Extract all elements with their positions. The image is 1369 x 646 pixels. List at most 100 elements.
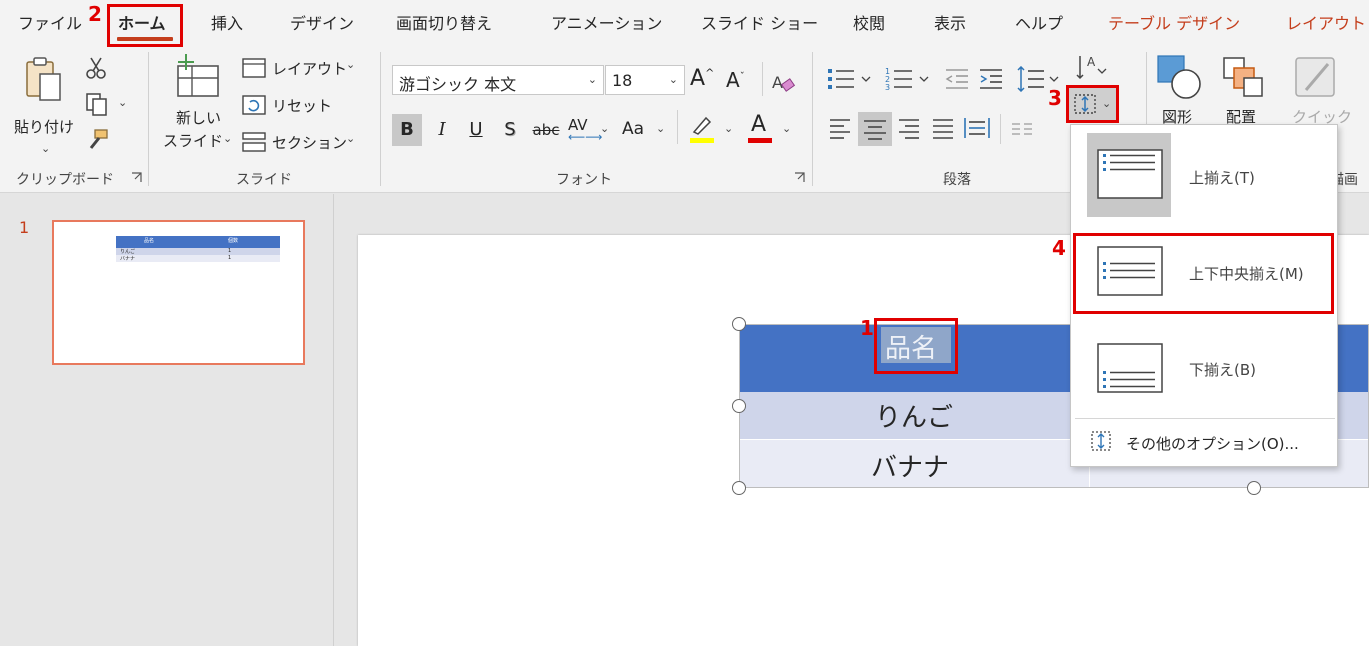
character-spacing-button[interactable]: AV ⟵⟶ ⌄: [566, 114, 610, 146]
thumb-cell: 1: [228, 248, 232, 254]
reset-label: リセット: [272, 97, 333, 115]
grow-font-button[interactable]: A^: [690, 66, 714, 91]
tab-view[interactable]: 表示: [934, 10, 966, 34]
chevron-down-icon: ⌄: [587, 73, 597, 86]
svg-text:3: 3: [885, 83, 890, 92]
top-align-icon: [1097, 149, 1163, 199]
dialog-launcher-icon[interactable]: [131, 172, 142, 183]
font-color-button[interactable]: A ⌄: [746, 112, 796, 146]
font-size-value: 18: [612, 71, 633, 90]
tab-help[interactable]: ヘルプ: [1015, 10, 1063, 34]
decrease-indent-icon[interactable]: [944, 66, 972, 92]
format-painter-icon[interactable]: [85, 128, 109, 152]
thumb-cell: バナナ: [120, 256, 136, 262]
bottom-align-option[interactable]: 下揃え(B): [1071, 325, 1339, 417]
resize-handle[interactable]: [732, 317, 746, 331]
tab-transitions[interactable]: 画面切り替え: [396, 10, 492, 34]
more-options-item[interactable]: その他のオプション(O)...: [1071, 419, 1339, 465]
distributed-icon[interactable]: [963, 116, 991, 140]
top-align-option[interactable]: 上揃え(T): [1071, 125, 1339, 225]
tab-animations[interactable]: アニメーション: [551, 10, 662, 34]
resize-handle[interactable]: [1247, 481, 1261, 495]
reset-button[interactable]: リセット: [242, 93, 357, 117]
chevron-down-icon: ⌄: [346, 132, 356, 145]
new-slide-button[interactable]: 新しい スライド ⌄: [160, 54, 235, 154]
annotation-box-home: [107, 4, 183, 47]
columns-icon[interactable]: [1010, 120, 1060, 138]
quick-styles-icon[interactable]: [1292, 54, 1338, 100]
align-left-icon[interactable]: [828, 116, 854, 140]
font-name-combo[interactable]: 游ゴシック 本文 ⌄: [392, 65, 604, 95]
change-case-button[interactable]: Aa ⌄: [620, 114, 670, 146]
tab-design[interactable]: デザイン: [290, 10, 354, 34]
tab-slideshow[interactable]: スライド ショー: [701, 10, 818, 34]
chevron-down-icon: ⌄: [41, 142, 51, 155]
align-text-options-icon: [1091, 431, 1111, 451]
tab-review[interactable]: 校閲: [853, 10, 885, 34]
chevron-down-icon: ⌄: [223, 132, 233, 145]
thumb-table-row: バナナ 1: [116, 255, 280, 262]
tab-insert[interactable]: 挿入: [211, 10, 243, 34]
italic-button[interactable]: I: [427, 114, 457, 146]
shrink-font-button[interactable]: Aˇ: [726, 68, 745, 92]
cut-icon[interactable]: [85, 56, 107, 80]
top-align-label: 上揃え(T): [1189, 169, 1255, 187]
thumb-header-2: 個数: [228, 238, 239, 244]
svg-text:A: A: [1087, 55, 1096, 69]
align-center-button[interactable]: [858, 112, 892, 146]
annotation-number-4: 4: [1052, 236, 1066, 260]
tab-table-design[interactable]: テーブル デザイン: [1108, 10, 1240, 34]
reset-icon: [242, 95, 266, 115]
new-slide-label-1: 新しい: [176, 109, 222, 127]
underline-button[interactable]: U: [461, 114, 491, 146]
font-color-glyph: A: [751, 112, 767, 137]
resize-handle[interactable]: [732, 481, 746, 495]
shapes-icon[interactable]: [1156, 54, 1204, 100]
numbering-icon[interactable]: 1 2 3: [884, 66, 934, 92]
shrink-font-glyph: A: [726, 68, 740, 92]
bold-button[interactable]: B: [392, 114, 422, 146]
annotation-box-middle-align: [1073, 233, 1334, 314]
new-slide-label-2: スライド: [163, 132, 224, 150]
case-glyph: Aa: [622, 119, 645, 139]
clipboard-group-label: クリップボード: [16, 172, 114, 188]
align-right-icon[interactable]: [897, 116, 923, 140]
chevron-down-icon: ⌄: [724, 122, 734, 135]
slide-thumbnail[interactable]: 品名 個数 りんご 1 バナナ 1: [52, 220, 305, 365]
annotation-number-2: 2: [88, 2, 102, 26]
thumb-cell: りんご: [120, 249, 136, 255]
increase-indent-icon[interactable]: [978, 66, 1006, 92]
paste-button[interactable]: 貼り付け ⌄: [14, 56, 76, 156]
group-divider: [812, 52, 813, 186]
tab-layout[interactable]: レイアウト: [1286, 10, 1366, 34]
chevron-down-icon[interactable]: ⌄: [118, 96, 127, 109]
copy-icon[interactable]: [85, 92, 109, 116]
clear-format-icon[interactable]: A: [770, 70, 796, 94]
arrange-icon[interactable]: [1220, 54, 1266, 100]
text-direction-icon[interactable]: A: [1074, 52, 1108, 84]
layout-button[interactable]: レイアウト ⌄: [242, 56, 357, 80]
tab-file[interactable]: ファイル: [18, 10, 82, 34]
slide-thumbnail-panel: 1 品名 個数 りんご 1 バナナ 1: [0, 194, 334, 646]
layout-label: レイアウト: [272, 60, 348, 78]
paste-icon: [26, 57, 61, 101]
slide-number: 1: [19, 218, 30, 237]
highlight-button[interactable]: ⌄: [686, 112, 736, 146]
thumb-header-1: 品名: [144, 238, 155, 244]
chevron-down-icon: ⌄: [346, 58, 356, 71]
dialog-launcher-icon[interactable]: [794, 172, 805, 183]
font-size-combo[interactable]: 18 ⌄: [605, 65, 685, 95]
section-button[interactable]: セクション ⌄: [242, 130, 357, 154]
annotation-box-align-text: [1066, 85, 1119, 123]
group-divider: [380, 52, 381, 186]
layout-icon: [242, 58, 266, 78]
grow-font-glyph: A: [690, 66, 706, 91]
resize-handle[interactable]: [732, 399, 746, 413]
bullets-icon[interactable]: [826, 66, 876, 92]
highlighter-icon: [692, 116, 712, 135]
justify-icon[interactable]: [931, 116, 957, 140]
align-center-icon: [864, 120, 886, 140]
thumb-table-header: 品名 個数: [116, 236, 280, 248]
shadow-button[interactable]: S: [495, 114, 525, 146]
strikethrough-button[interactable]: abc: [528, 114, 564, 146]
